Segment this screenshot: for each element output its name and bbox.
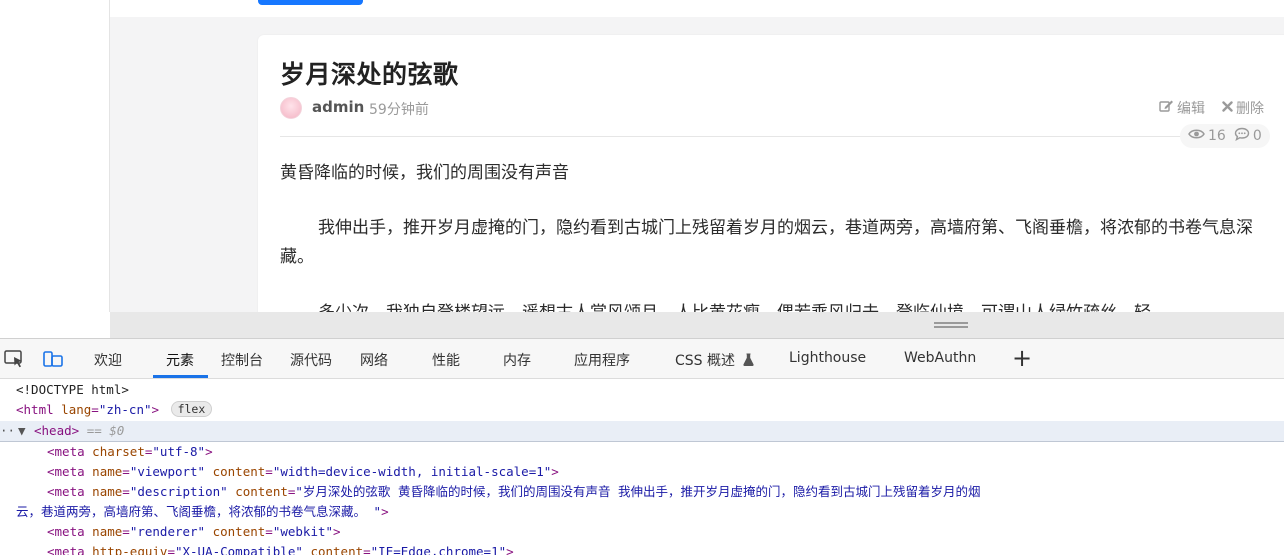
flex-badge[interactable]: flex: [170, 401, 213, 417]
devtools-resize-bar[interactable]: [110, 312, 1284, 338]
comment-icon: [1234, 127, 1250, 145]
devtools-panel: 欢迎 元素 控制台 源代码 网络 性能 内存 应用程序 CSS 概述 Light…: [0, 338, 1284, 555]
views-stat: 16: [1188, 128, 1226, 144]
meta-divider: [280, 136, 1268, 137]
close-icon: [1222, 100, 1233, 116]
dom-node-meta-description[interactable]: <meta name="description" content="岁月深处的弦…: [47, 482, 981, 502]
post-title: 岁月深处的弦歌: [280, 60, 459, 89]
active-tab-indicator: [153, 375, 208, 378]
tab-css-overview-label: CSS 概述: [675, 353, 735, 369]
dom-node-head-selected[interactable]: ·· ▼ <head> == $0: [0, 421, 1284, 441]
tab-memory[interactable]: 内存: [503, 350, 531, 370]
device-emulation-icon[interactable]: [42, 348, 64, 370]
left-sidebar-blank: [0, 0, 110, 312]
author-avatar[interactable]: [280, 97, 302, 119]
resize-grip-icon[interactable]: [934, 322, 968, 328]
comments-count: 0: [1252, 128, 1262, 144]
post-paragraph: 多少次，我独自登楼望远，遥想古人赏风颂月，人比黄花瘦，偶若乘风归去，登临仙境，可…: [280, 299, 1270, 312]
tab-performance[interactable]: 性能: [432, 350, 460, 370]
flask-icon: [743, 353, 755, 370]
eye-icon: [1188, 128, 1205, 144]
expand-triangle-icon[interactable]: ▼: [18, 421, 26, 441]
dom-node-meta-viewport[interactable]: <meta name="viewport" content="width=dev…: [47, 462, 559, 482]
post-paragraph: 我伸出手，推开岁月虚掩的门，隐约看到古城门上残留着岁月的烟云，巷道两旁，高墙府第…: [280, 218, 1253, 267]
edit-icon: [1159, 99, 1174, 117]
add-tab-button[interactable]: +: [1012, 344, 1032, 372]
post-time: 59分钟前: [369, 102, 429, 118]
tab-lighthouse[interactable]: Lighthouse: [789, 350, 866, 366]
more-actions-icon[interactable]: ··: [0, 421, 15, 441]
inspect-element-icon[interactable]: [3, 348, 25, 370]
devtools-toolbar: 欢迎 元素 控制台 源代码 网络 性能 内存 应用程序 CSS 概述 Light…: [0, 339, 1284, 379]
views-count: 16: [1208, 128, 1226, 144]
dom-node-doctype[interactable]: <!DOCTYPE html>: [16, 380, 129, 400]
selected-marker: == $0: [86, 423, 125, 438]
dom-node-meta-charset[interactable]: <meta charset="utf-8">: [47, 442, 213, 462]
tab-welcome[interactable]: 欢迎: [94, 350, 122, 370]
post-stats: 16 0: [1180, 124, 1270, 148]
post-meta: admin 59分钟前 编辑 删除: [280, 97, 1270, 119]
tab-sources[interactable]: 源代码: [290, 350, 332, 370]
dom-node-meta-renderer[interactable]: <meta name="renderer" content="webkit">: [47, 522, 341, 542]
dom-node-meta-description-wrap: 云，巷道两旁，高墙府第、飞阁垂檐，将浓郁的书卷气息深藏。 ">: [16, 504, 389, 519]
page-viewport: 岁月深处的弦歌 admin 59分钟前 编辑 删除 16 0 黄昏降临的时候，我…: [0, 0, 1284, 312]
header-primary-button[interactable]: [258, 0, 363, 5]
delete-label: 删除: [1236, 101, 1264, 117]
tab-elements[interactable]: 元素: [166, 350, 194, 370]
author-name[interactable]: admin: [312, 98, 364, 116]
tab-webauthn[interactable]: WebAuthn: [904, 350, 976, 366]
dom-tree: <!DOCTYPE html> <html lang="zh-cn"> flex…: [0, 379, 1284, 555]
tab-network[interactable]: 网络: [360, 350, 388, 370]
dom-node-html[interactable]: <html lang="zh-cn"> flex: [16, 400, 213, 420]
delete-link[interactable]: 删除: [1222, 98, 1264, 118]
comments-stat: 0: [1234, 127, 1262, 145]
resize-bar-left-blank: [0, 312, 110, 338]
tab-css-overview[interactable]: CSS 概述: [675, 350, 755, 370]
post-card: 岁月深处的弦歌 admin 59分钟前 编辑 删除 16 0 黄昏降临的时候，我…: [258, 35, 1284, 312]
post-paragraph: 黄昏降临的时候，我们的周围没有声音: [280, 163, 569, 183]
tab-console[interactable]: 控制台: [221, 350, 263, 370]
tab-application[interactable]: 应用程序: [574, 350, 630, 370]
edit-label: 编辑: [1177, 101, 1205, 117]
edit-link[interactable]: 编辑: [1159, 98, 1205, 118]
dom-node-meta-ua-compatible[interactable]: <meta http-equiv="X-UA-Compatible" conte…: [47, 542, 514, 555]
